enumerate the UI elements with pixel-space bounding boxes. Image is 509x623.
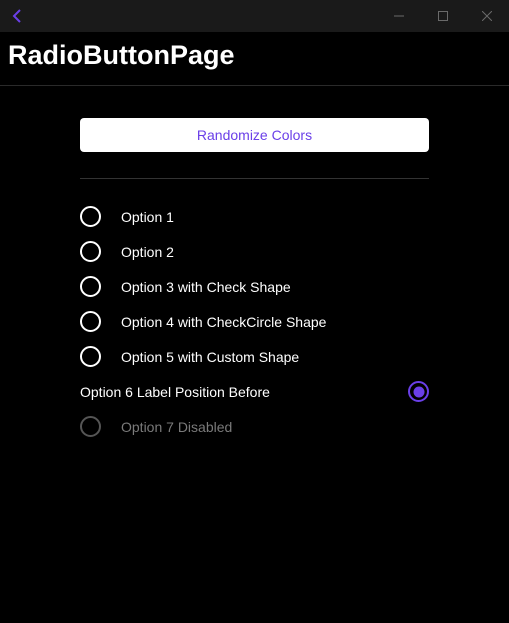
radio-icon [80,206,101,227]
radio-label: Option 4 with CheckCircle Shape [121,314,326,330]
radio-label: Option 6 Label Position Before [80,384,270,400]
radio-label: Option 1 [121,209,174,225]
radio-label: Option 7 Disabled [121,419,232,435]
radio-icon [80,416,101,437]
close-icon [482,11,492,21]
radio-icon [80,241,101,262]
radio-icon [80,276,101,297]
radio-option-1[interactable]: Option 1 [80,199,429,234]
back-button[interactable] [6,4,30,28]
radio-option-6[interactable]: Option 6 Label Position Before [80,374,429,409]
radio-icon [80,346,101,367]
close-button[interactable] [465,0,509,32]
radio-icon-selected [408,381,429,402]
back-arrow-icon [10,8,26,24]
minimize-icon [394,11,404,21]
maximize-button[interactable] [421,0,465,32]
radio-option-2[interactable]: Option 2 [80,234,429,269]
minimize-button[interactable] [377,0,421,32]
randomize-colors-button[interactable]: Randomize Colors [80,118,429,152]
window-controls [377,0,509,32]
radio-option-5[interactable]: Option 5 with Custom Shape [80,339,429,374]
radio-option-4[interactable]: Option 4 with CheckCircle Shape [80,304,429,339]
radio-option-3[interactable]: Option 3 with Check Shape [80,269,429,304]
content-area: Randomize Colors Option 1 Option 2 Optio… [0,86,509,444]
radio-icon [80,311,101,332]
divider [80,178,429,179]
titlebar [0,0,509,32]
radio-option-7: Option 7 Disabled [80,409,429,444]
maximize-icon [438,11,448,21]
radio-label: Option 5 with Custom Shape [121,349,299,365]
page-title: RadioButtonPage [0,32,509,86]
radio-label: Option 2 [121,244,174,260]
radio-label: Option 3 with Check Shape [121,279,291,295]
radio-group: Option 1 Option 2 Option 3 with Check Sh… [80,199,429,444]
